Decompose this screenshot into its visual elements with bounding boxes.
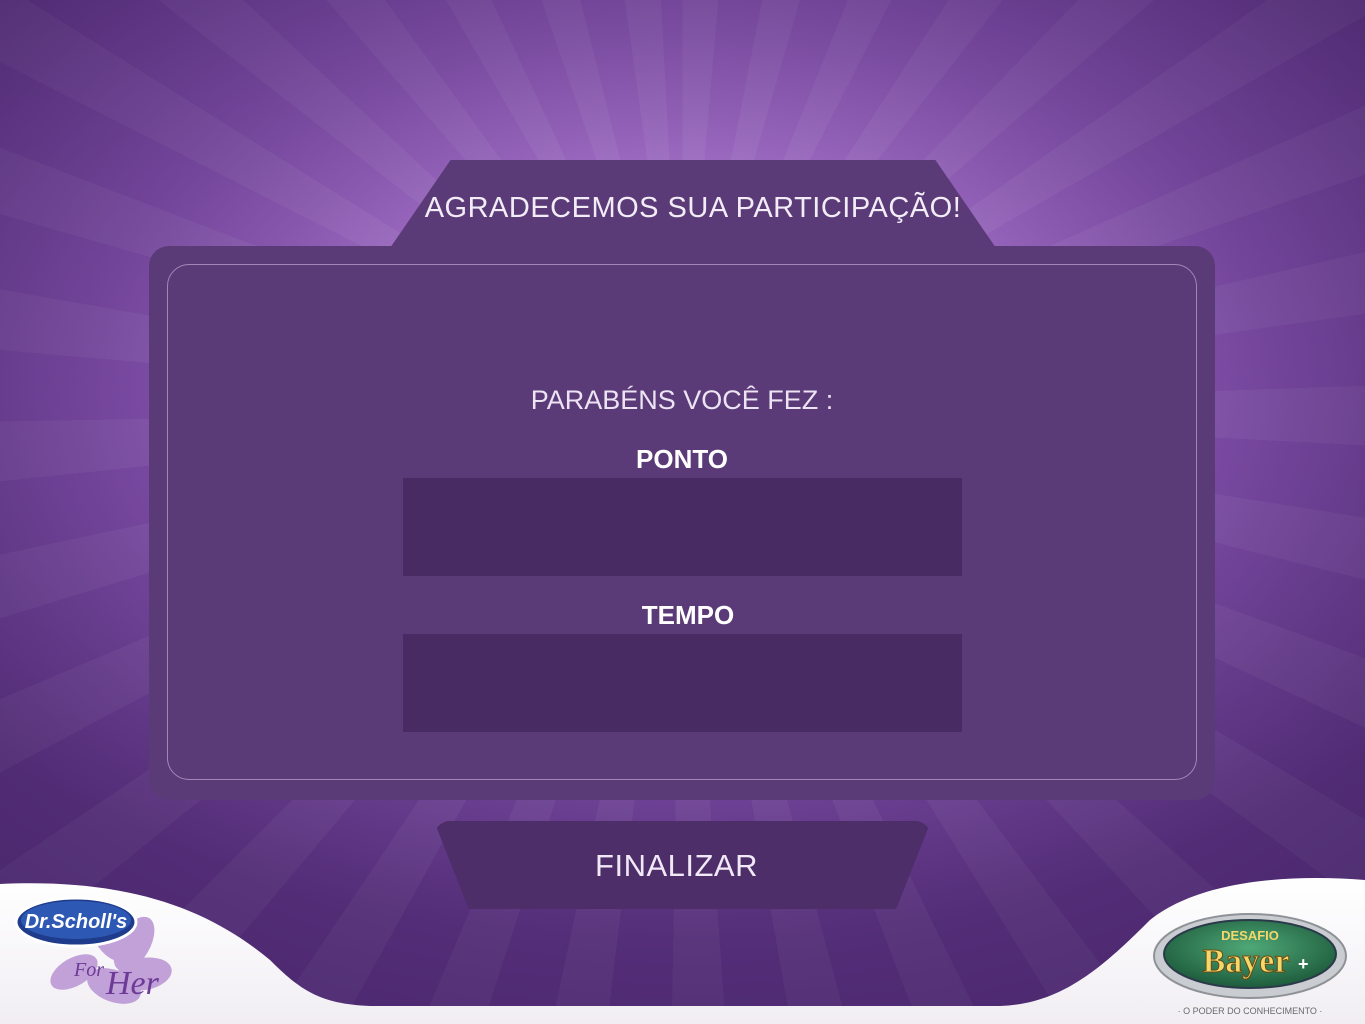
congrats-text: PARABÉNS VOCÊ FEZ : [530, 385, 834, 415]
points-label: PONTO [636, 444, 728, 474]
page-title: AGRADECEMOS SUA PARTICIPAÇÃO! [424, 192, 962, 224]
svg-text:For: For [73, 959, 104, 981]
drscholls-wordmark: Dr.Scholl's [25, 911, 128, 933]
svg-text:Her: Her [105, 965, 160, 1002]
bayer-tagline: · O PODER DO CONHECIMENTO · [1178, 1006, 1323, 1016]
svg-text:DESAFIO: DESAFIO [1221, 928, 1279, 943]
drscholls-logo: Dr.Scholl's For Her [14, 894, 184, 1014]
time-value-box [403, 634, 962, 732]
svg-text:+: + [1298, 954, 1309, 974]
desafio-bayer-logo: DESAFIO Bayer + · O PODER DO CONHECIMENT… [1150, 912, 1350, 1020]
points-value-box [403, 478, 962, 576]
svg-text:Bayer: Bayer [1203, 943, 1290, 980]
time-label: TEMPO [641, 600, 735, 630]
